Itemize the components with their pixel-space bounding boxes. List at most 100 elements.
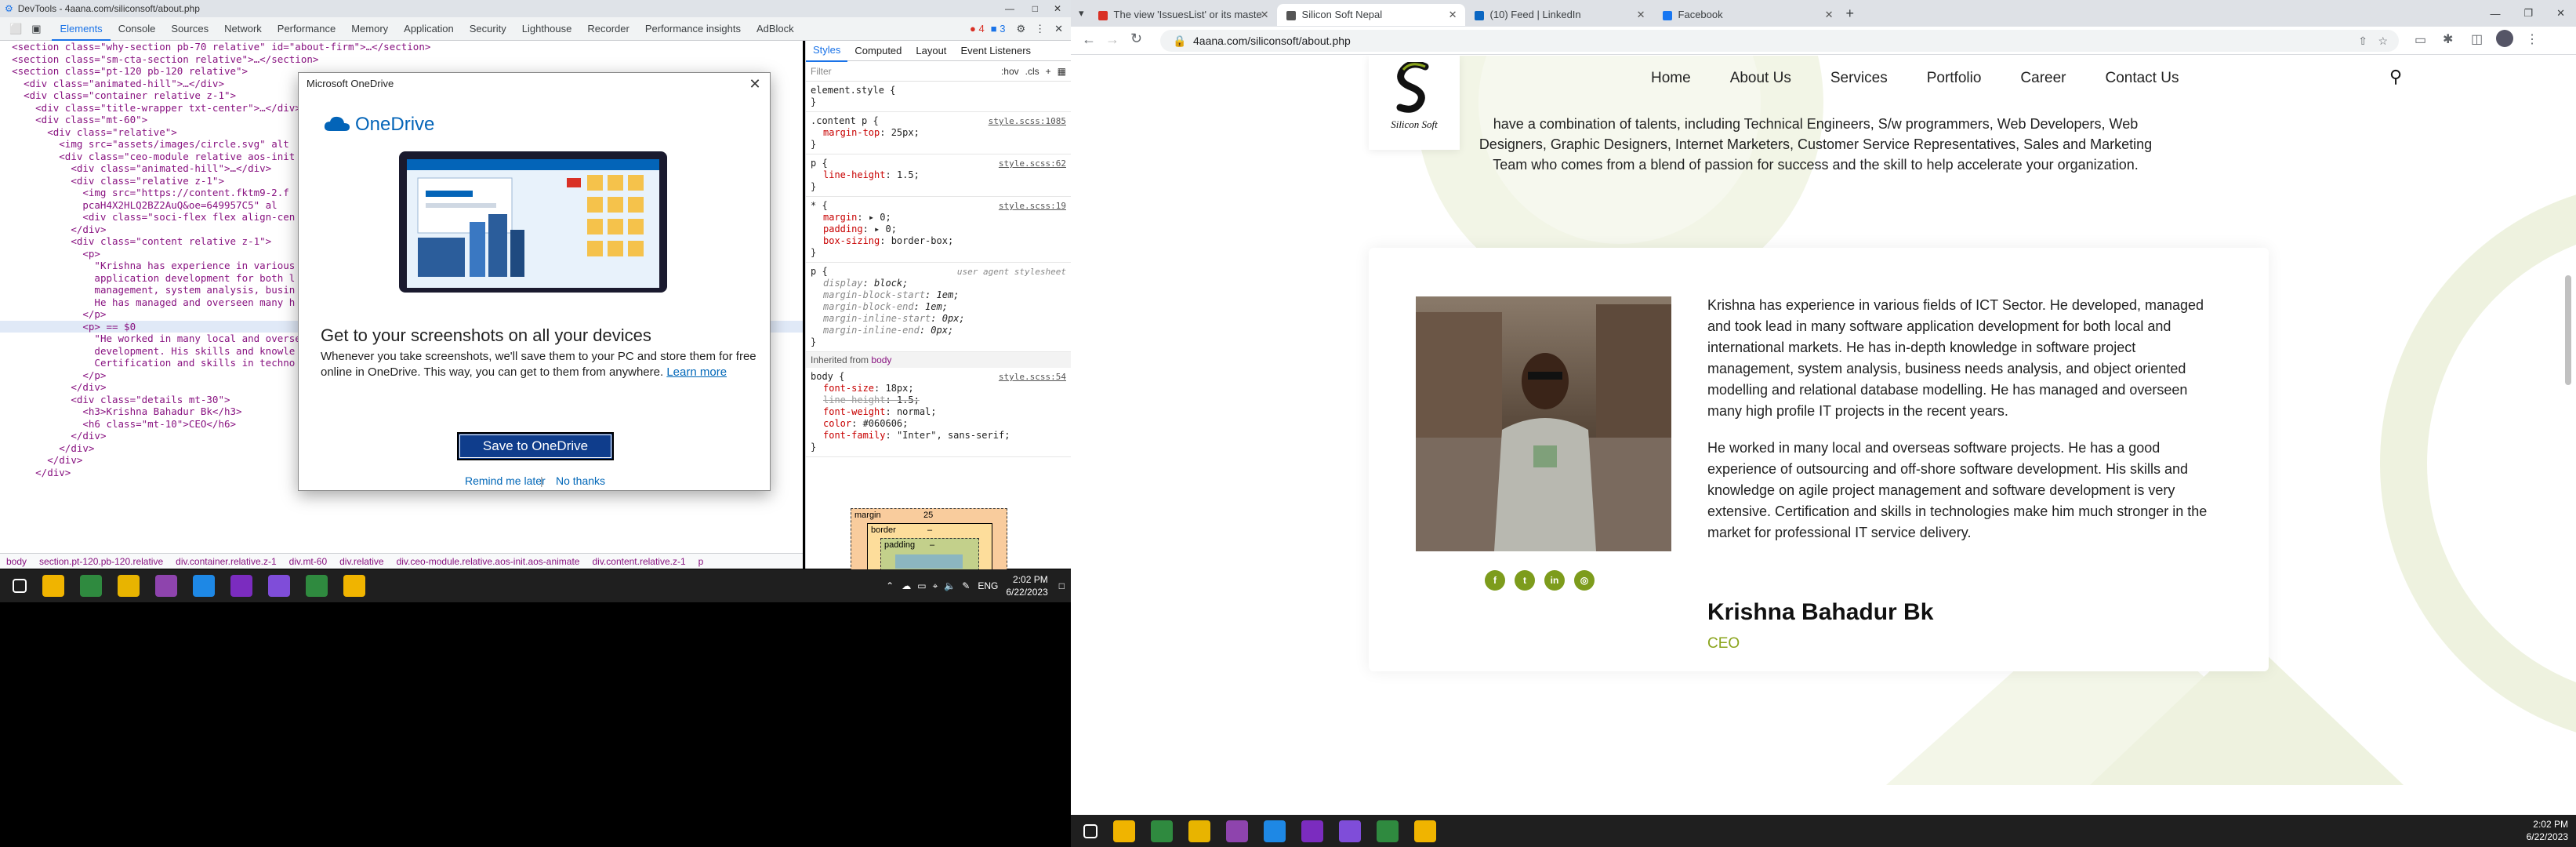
snip-icon[interactable] (343, 575, 365, 597)
breadcrumb-item[interactable]: div.relative (333, 554, 390, 569)
devtools-tab-lighthouse[interactable]: Lighthouse (514, 17, 580, 41)
volume-icon[interactable]: 🔈 (944, 580, 956, 592)
right-visual-studio-icon[interactable] (1226, 820, 1248, 842)
lock-icon[interactable]: 🔒 (1173, 30, 1186, 52)
tab-close-icon[interactable]: ✕ (1825, 4, 1834, 26)
breadcrumb-item[interactable]: div.ceo-module.relative.aos-init.aos-ani… (390, 554, 586, 569)
tab-close-icon[interactable]: ✕ (1637, 4, 1645, 26)
nav-link-about-us[interactable]: About Us (1730, 70, 1791, 87)
device-toolbar-icon[interactable]: ▣ (31, 23, 41, 35)
devtools-tab-console[interactable]: Console (111, 17, 164, 41)
right-windows-start-icon[interactable] (1083, 823, 1098, 838)
css-property[interactable]: font-size: 18px; (811, 383, 1066, 394)
rule-selector[interactable]: element.style { (811, 85, 1066, 96)
window-minimize-icon[interactable]: — (2490, 8, 2500, 20)
address-bar[interactable]: 🔒 4aana.com/siliconsoft/about.php ⇧ ☆ (1160, 30, 2399, 52)
nav-link-home[interactable]: Home (1651, 70, 1691, 87)
css-property[interactable]: margin-inline-start: 0px; (811, 313, 1066, 325)
breadcrumb-item[interactable]: p (692, 554, 710, 569)
right-visual-studio-purple-icon[interactable] (1301, 820, 1323, 842)
battery-icon[interactable]: ▭ (917, 580, 926, 592)
browser-tab[interactable]: Facebook ✕ (1653, 4, 1841, 26)
dom-node-line[interactable]: <section class="sm-cta-section relative"… (0, 53, 803, 66)
windows-start-icon[interactable] (13, 579, 27, 593)
notifications-icon[interactable]: □ (1059, 580, 1065, 592)
styles-subtab-layout[interactable]: Layout (909, 41, 953, 61)
nav-link-services[interactable]: Services (1830, 70, 1888, 87)
css-property[interactable]: display: block; (811, 278, 1066, 289)
tab-search-icon[interactable]: ▾ (1079, 7, 1084, 20)
profile-avatar[interactable] (2496, 30, 2513, 47)
twitter-icon[interactable]: t (1515, 570, 1535, 591)
window-close-icon[interactable]: ✕ (2556, 7, 2565, 20)
visual-studio-purple-icon[interactable] (230, 575, 252, 597)
devtools-tab-application[interactable]: Application (396, 17, 462, 41)
right-viber-icon[interactable] (1339, 820, 1361, 842)
share-icon[interactable]: ⇧ (2358, 30, 2367, 52)
devtools-tab-adblock[interactable]: AdBlock (749, 17, 802, 41)
right-vscode-icon[interactable] (1264, 820, 1286, 842)
styles-subtab-computed[interactable]: Computed (847, 41, 909, 61)
right-chrome-icon[interactable] (1151, 820, 1173, 842)
box-margin-value[interactable]: 25 (923, 511, 933, 520)
extension-icon[interactable]: ▭ (2415, 32, 2426, 48)
facebook-icon[interactable]: f (1485, 570, 1505, 591)
css-property[interactable]: margin-block-start: 1em; (811, 289, 1066, 301)
learn-more-link[interactable]: Learn more (666, 365, 727, 379)
new-tab-button[interactable]: + (1846, 5, 1855, 22)
breadcrumb-item[interactable]: body (0, 554, 33, 569)
sticky-notes-icon[interactable] (118, 575, 140, 597)
right-file-explorer-icon[interactable] (1113, 820, 1135, 842)
inspect-element-icon[interactable]: ⬜ (9, 23, 22, 35)
site-logo[interactable]: Silicon Soft (1369, 56, 1460, 150)
css-property[interactable]: font-weight: normal; (811, 406, 1066, 418)
styles-filter-input[interactable]: Filter (811, 66, 1001, 77)
page-scrollbar-thumb[interactable] (2565, 275, 2571, 385)
devtools-tab-security[interactable]: Security (462, 17, 514, 41)
save-to-onedrive-button[interactable]: Save to OneDrive (457, 432, 614, 460)
no-thanks-link[interactable]: No thanks (556, 474, 605, 487)
tab-close-icon[interactable]: ✕ (1261, 4, 1269, 26)
puzzle-extensions-icon[interactable]: ✱ (2443, 31, 2453, 47)
viber-icon[interactable] (268, 575, 290, 597)
error-count-badge[interactable]: ● 4 (970, 23, 985, 35)
inherited-from-link[interactable]: body (871, 354, 891, 365)
breadcrumb-item[interactable]: section.pt-120.pb-120.relative (33, 554, 169, 569)
bookmark-star-icon[interactable]: ☆ (2378, 30, 2388, 52)
devtools-tab-memory[interactable]: Memory (343, 17, 396, 41)
back-button[interactable]: ← (1082, 31, 1096, 48)
styles-subtab-event-listeners[interactable]: Event Listeners (953, 41, 1038, 61)
styles-subtab-styles[interactable]: Styles (806, 41, 848, 62)
devtools-tab-network[interactable]: Network (216, 17, 270, 41)
browser-tab[interactable]: (10) Feed | LinkedIn ✕ (1465, 4, 1653, 26)
rule-source-link[interactable]: style.scss:1085 (989, 115, 1066, 127)
css-property[interactable]: margin-block-end: 1em; (811, 301, 1066, 313)
dom-node-line[interactable]: <section class="why-section pb-70 relati… (0, 41, 803, 53)
css-property[interactable]: margin-inline-end: 0px; (811, 325, 1066, 336)
css-property[interactable]: color: #060606; (811, 418, 1066, 430)
css-property[interactable]: margin: ▸ 0; (811, 212, 1066, 224)
css-property[interactable]: line-height: 1.5; (811, 169, 1066, 181)
right-sticky-notes-icon[interactable] (1188, 820, 1210, 842)
breadcrumb-item[interactable]: div.content.relative.z-1 (586, 554, 691, 569)
forward-button[interactable]: → (1105, 31, 1119, 48)
css-property[interactable]: padding: ▸ 0; (811, 224, 1066, 235)
css-property[interactable]: font-family: "Inter", sans-serif; (811, 430, 1066, 442)
reload-button[interactable]: ↻ (1130, 31, 1142, 47)
css-property[interactable]: line-height: 1.5; (811, 394, 1066, 406)
linkedin-icon[interactable]: in (1544, 570, 1565, 591)
nav-link-portfolio[interactable]: Portfolio (1927, 70, 1982, 87)
css-property[interactable]: box-sizing: border-box; (811, 235, 1066, 247)
sidebar-icon[interactable]: ◫ (2471, 31, 2483, 47)
rule-source-link[interactable]: style.scss:62 (999, 158, 1066, 169)
chrome-icon[interactable] (80, 575, 102, 597)
close-window-icon[interactable]: ✕ (1054, 3, 1061, 14)
cls-toggle[interactable]: .cls (1025, 66, 1039, 77)
site-search-icon[interactable]: ⚲ (2389, 67, 2402, 87)
breadcrumb-item[interactable]: div.container.relative.z-1 (169, 554, 283, 569)
devtools-tab-performance-insights[interactable]: Performance insights (637, 17, 749, 41)
warning-count-badge[interactable]: ■ 3 (991, 23, 1006, 35)
tray-chevron-icon[interactable]: ⌃ (886, 580, 894, 592)
minimize-icon[interactable]: — (1005, 3, 1014, 14)
devtools-tab-performance[interactable]: Performance (270, 17, 343, 41)
